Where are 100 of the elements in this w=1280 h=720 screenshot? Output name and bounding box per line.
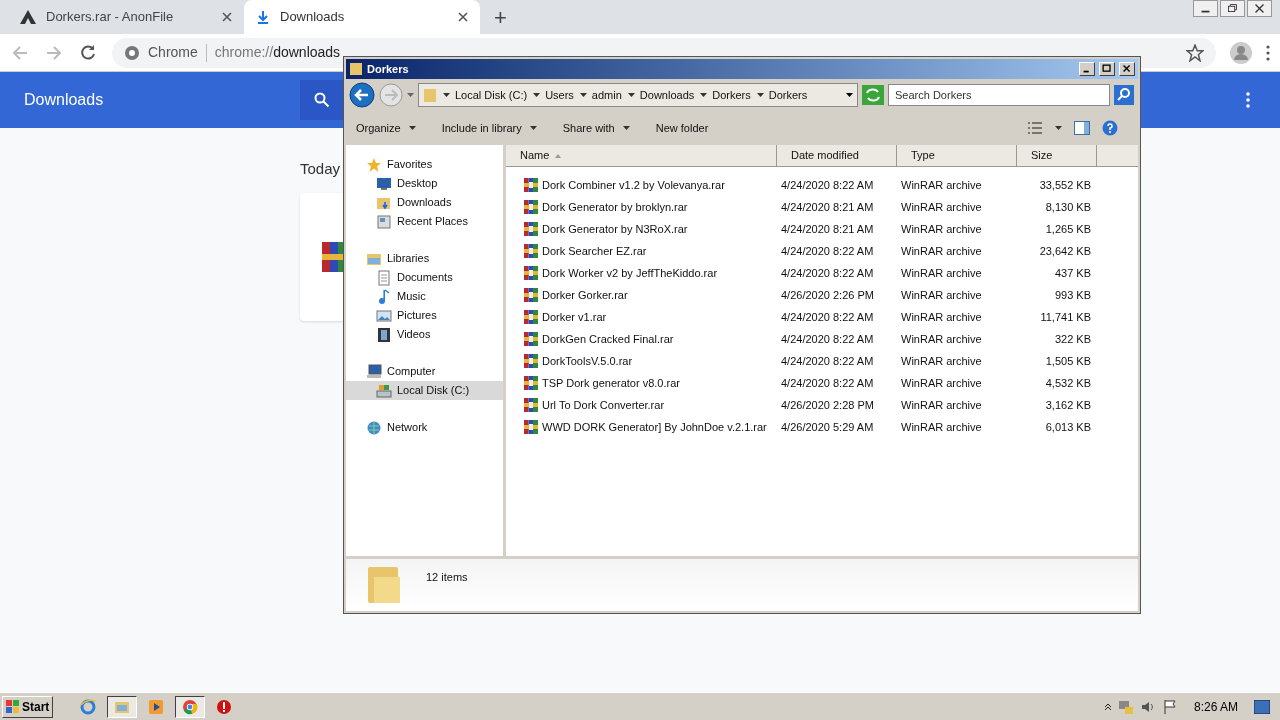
profile-avatar-icon[interactable] <box>1230 41 1252 64</box>
breadcrumb-item[interactable]: Dorkers <box>768 86 808 104</box>
bookmark-star-icon[interactable] <box>1186 43 1204 62</box>
view-caret-icon <box>1055 126 1062 130</box>
toolbar-button[interactable]: New folder <box>655 119 709 137</box>
close-icon[interactable] <box>1247 0 1272 17</box>
toolbar-button[interactable]: Share with <box>562 119 630 137</box>
help-icon[interactable] <box>1102 120 1118 136</box>
file-name: Dorker v1.rar <box>542 309 607 325</box>
nav-item[interactable]: Libraries <box>346 249 503 268</box>
search-field[interactable]: Search Dorkers <box>888 84 1110 106</box>
date-cell-text: 4/26/2020 2:26 PM <box>780 287 875 303</box>
file-name: DorkToolsV.5.0.rar <box>542 353 633 369</box>
search-icon[interactable] <box>1114 85 1134 105</box>
file-name: Url To Dork Converter.rar <box>542 397 665 413</box>
breadcrumb-item[interactable]: Local Disk (C:) <box>455 86 528 104</box>
taskbar-button[interactable] <box>107 695 138 718</box>
date-cell-text: 4/24/2020 8:22 AM <box>780 177 875 193</box>
column-header[interactable]: Type <box>897 145 1017 166</box>
chrome-logo-icon <box>124 44 140 61</box>
type-cell-text: WinRAR archive <box>900 265 983 281</box>
monitor-icon <box>376 175 392 192</box>
search-button[interactable] <box>300 80 344 120</box>
breadcrumb-item[interactable]: Downloads <box>639 86 695 104</box>
file-row[interactable]: Dork Searcher EZ.rar 4/24/2020 8:22 AM WinRAR archive 23,642 KB <box>506 240 1138 262</box>
clock: 8:26 AM <box>1193 698 1238 716</box>
file-row[interactable]: TSP Dork generator v8.0.rar 4/24/2020 8:22 AM WinRAR archive 4,532 KB <box>506 372 1138 394</box>
maximize-icon[interactable] <box>1099 62 1115 76</box>
dropdown-caret-icon <box>846 93 853 97</box>
size-cell-text: 4,532 KB <box>1044 375 1091 391</box>
folder-icon <box>349 62 363 76</box>
size-cell-text: 1,505 KB <box>1044 353 1091 369</box>
caret-icon <box>533 93 541 97</box>
file-row[interactable]: Url To Dork Converter.rar 4/26/2020 2:28 PM WinRAR archive 3,162 KB <box>506 394 1138 416</box>
more-vert-icon[interactable] <box>1246 92 1250 108</box>
file-row[interactable]: WWD DORK Generator] By JohnDoe v.2.1.rar 4/26/2020 5:29 AM WinRAR archive 6,013 KB <box>506 416 1138 438</box>
browser-tab[interactable]: Downloads <box>244 0 480 34</box>
size-cell-text: 322 KB <box>1053 331 1091 347</box>
browser-tab[interactable]: Dorkers.rar - AnonFile <box>8 0 244 34</box>
column-header[interactable]: Date modified <box>777 145 897 166</box>
close-icon[interactable] <box>458 12 468 22</box>
caret-icon <box>529 126 537 130</box>
refresh-icon[interactable] <box>862 85 884 105</box>
restore-icon[interactable] <box>1220 0 1245 17</box>
nav-item[interactable]: Recent Places <box>346 212 503 231</box>
more-vert-icon[interactable] <box>1266 44 1270 61</box>
breadcrumb-item[interactable]: admin <box>591 86 622 104</box>
column-header[interactable]: Name <box>506 145 777 166</box>
taskbar-button[interactable] <box>175 695 206 718</box>
breadcrumb-item[interactable]: Dorkers <box>712 86 751 104</box>
file-row[interactable]: Dork Generator by broklyn.rar 4/24/2020 8:21 AM WinRAR archive 8,130 KB <box>506 196 1138 218</box>
chevron-up-icon[interactable] <box>1103 702 1112 711</box>
address-field[interactable]: Local Disk (C:) Users admin Downloads Dorkers Dorkers <box>418 83 858 107</box>
computer-icon <box>366 363 382 380</box>
file-row[interactable]: DorkGen Cracked Final.rar 4/24/2020 8:22 AM WinRAR archive 322 KB <box>506 328 1138 350</box>
size-cell-text: 11,741 KB <box>1039 309 1091 325</box>
nav-item[interactable]: Favorites <box>346 155 503 174</box>
rar-icon <box>523 221 539 237</box>
picture-icon <box>376 307 392 324</box>
new-tab-button[interactable]: + <box>494 7 507 29</box>
file-row[interactable]: Dorker v1.rar 4/24/2020 8:22 AM WinRAR archive 11,741 KB <box>506 306 1138 328</box>
file-row[interactable]: Dork Generator by N3RoX.rar 4/24/2020 8:21 AM WinRAR archive 1,265 KB <box>506 218 1138 240</box>
recent-places-icon <box>376 213 392 230</box>
file-name: Dork Combiner v1.2 by Volevanya.rar <box>542 177 725 193</box>
size-cell-text: 3,162 KB <box>1044 397 1091 413</box>
start-button[interactable]: Start <box>2 695 54 718</box>
show-desktop-icon[interactable] <box>1254 699 1270 714</box>
caret-icon <box>700 93 708 97</box>
file-row[interactable]: Dork Combiner v1.2 by Volevanya.rar 4/24/2020 8:22 AM WinRAR archive 33,552 KB <box>506 174 1138 196</box>
breadcrumb-item[interactable]: Users <box>545 86 574 104</box>
size-cell-text: 6,013 KB <box>1044 419 1091 435</box>
toolbar-button[interactable]: Organize <box>356 119 416 137</box>
item-count: 12 items <box>426 570 468 585</box>
download-icon <box>256 10 270 24</box>
nav-item[interactable]: Music <box>346 287 503 306</box>
type-cell-text: WinRAR archive <box>900 243 983 259</box>
nav-item[interactable]: Videos <box>346 325 503 344</box>
flag-icon[interactable] <box>1161 698 1178 715</box>
nav-item[interactable]: Computer <box>346 362 503 381</box>
view-list-icon[interactable] <box>1027 121 1043 135</box>
nav-item[interactable]: Documents <box>346 268 503 287</box>
size-cell-text: 23,642 KB <box>1038 243 1091 259</box>
nav-item[interactable]: Downloads <box>346 193 503 212</box>
file-row[interactable]: Dorker Gorker.rar 4/26/2020 2:26 PM WinRAR archive 993 KB <box>506 284 1138 306</box>
date-cell-text: 4/24/2020 8:22 AM <box>780 331 875 347</box>
type-cell-text: WinRAR archive <box>900 309 983 325</box>
nav-item[interactable]: Local Disk (C:) <box>346 381 503 400</box>
preview-pane-icon[interactable] <box>1074 121 1090 135</box>
date-cell-text: 4/26/2020 5:29 AM <box>780 419 875 435</box>
column-header[interactable]: Size <box>1017 145 1097 166</box>
nav-item[interactable]: Desktop <box>346 174 503 193</box>
file-name: DorkGen Cracked Final.rar <box>542 331 674 347</box>
windows-logo-icon <box>6 699 20 714</box>
nav-item[interactable]: Pictures <box>346 306 503 325</box>
caret-icon <box>579 93 587 97</box>
type-cell-text: WinRAR archive <box>900 287 983 303</box>
nav-item[interactable]: Network <box>346 418 503 437</box>
file-row[interactable]: Dork Worker v2 by JeffTheKiddo.rar 4/24/2020 8:22 AM WinRAR archive 437 KB <box>506 262 1138 284</box>
file-row[interactable]: DorkToolsV.5.0.rar 4/24/2020 8:22 AM WinRAR archive 1,505 KB <box>506 350 1138 372</box>
toolbar-button[interactable]: Include in library <box>441 119 537 137</box>
